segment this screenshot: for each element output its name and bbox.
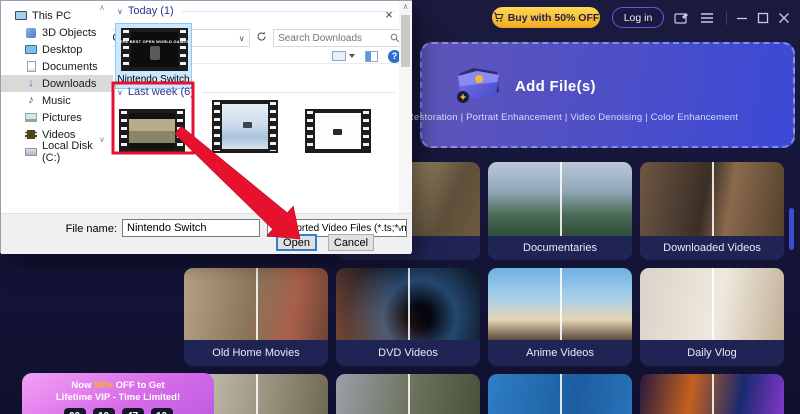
- category-card-daily-vlog[interactable]: Daily Vlog: [640, 268, 784, 366]
- refresh-icon[interactable]: [254, 29, 269, 47]
- video-thumbnail[interactable]: [119, 109, 185, 153]
- feedback-icon[interactable]: [672, 10, 690, 26]
- search-input[interactable]: [278, 33, 390, 44]
- pictures-icon: [25, 112, 37, 124]
- countdown-hours: 10: [93, 408, 115, 414]
- disk-icon: [25, 146, 37, 158]
- documents-icon: [25, 64, 37, 73]
- group-divider: [202, 92, 395, 93]
- card-image: [640, 268, 784, 340]
- sidebar-item-pictures[interactable]: Pictures: [1, 109, 113, 126]
- views-icon: [332, 51, 346, 61]
- open-file-dialog: ▶ VidHex × ← → ↑ ↓ › This PC › Downloads…: [0, 0, 412, 253]
- card-label: Documentaries: [488, 236, 632, 260]
- file-name-input[interactable]: [122, 219, 260, 237]
- login-button[interactable]: Log in: [612, 7, 664, 28]
- open-button[interactable]: Open: [276, 234, 317, 251]
- preview-pane-icon[interactable]: [365, 51, 378, 62]
- add-files-folder-icon: [453, 62, 505, 106]
- promo-banner[interactable]: Now 50% OFF to Get Lifetime VIP - Time L…: [22, 373, 214, 414]
- sidebar-item-downloads[interactable]: ↓ Downloads: [1, 75, 113, 92]
- card-label: Daily Vlog: [640, 340, 784, 366]
- file-list-scrollbar[interactable]: ∧ ∨: [399, 64, 411, 213]
- video-thumbnail[interactable]: [212, 100, 278, 153]
- card-label: Anime Videos: [488, 340, 632, 366]
- add-files-subtitle: Video Restoration | Portrait Enhancement…: [379, 112, 738, 123]
- category-card-anime-videos[interactable]: Anime Videos: [488, 268, 632, 366]
- file-name-label: Nintendo Switch: [116, 74, 191, 85]
- sidebar-scroll-down[interactable]: ∨: [99, 135, 105, 144]
- caret-down-icon: [349, 54, 355, 58]
- card-label: DVD Videos: [336, 340, 480, 366]
- music-icon: ♪: [25, 95, 37, 107]
- app-scrollbar-thumb[interactable]: [789, 208, 794, 250]
- sidebar-item-music[interactable]: ♪ Music: [1, 92, 113, 109]
- buy-discount-button[interactable]: Buy with 50% OFF: [492, 7, 600, 28]
- video-thumbnail: THE BEST OPEN WORLD GAMES: [121, 64, 188, 71]
- dialog-footer: File name: Supported Video Files (*.ts;*…: [1, 213, 411, 254]
- thumbnail-figure: [243, 122, 252, 128]
- titlebar-divider: [726, 11, 727, 25]
- card-image: [640, 162, 784, 236]
- change-view-button[interactable]: [332, 51, 355, 61]
- collapse-icon: ∨: [117, 88, 123, 97]
- videos-icon: [25, 129, 37, 141]
- countdown-days: 00: [64, 408, 86, 414]
- card-image: [336, 268, 480, 340]
- thumbnail-logo: [333, 129, 342, 135]
- video-thumbnail[interactable]: [305, 109, 371, 153]
- navigation-pane: ∧ This PC 3D Objects Desktop Documents: [1, 64, 113, 213]
- card-image: [488, 374, 632, 414]
- cancel-button[interactable]: Cancel: [328, 234, 374, 251]
- minimize-button[interactable]: [734, 11, 750, 25]
- card-image: [184, 268, 328, 340]
- countdown-timer: 00 10 47 10: [22, 408, 214, 414]
- sidebar-item-documents[interactable]: Documents: [1, 64, 113, 75]
- category-card-documentaries[interactable]: Documentaries: [488, 162, 632, 260]
- close-window-button[interactable]: [776, 11, 792, 25]
- group-header-last-week[interactable]: ∨ Last week (6): [117, 86, 395, 98]
- downloads-icon: ↓: [25, 78, 37, 90]
- menu-icon[interactable]: [699, 11, 715, 25]
- promo-text-line1: Now 50% OFF to Get: [22, 380, 214, 392]
- login-button-label: Log in: [624, 12, 653, 24]
- card-label: Downloaded Videos: [640, 236, 784, 260]
- file-list-area: ∧ This PC 3D Objects Desktop Documents: [1, 64, 411, 213]
- search-box[interactable]: [273, 29, 405, 47]
- card-image: [336, 374, 480, 414]
- buy-button-label: Buy with 50% OFF: [508, 12, 600, 24]
- category-card[interactable]: [488, 374, 632, 414]
- category-card[interactable]: [640, 374, 784, 414]
- cart-icon: [493, 12, 504, 23]
- maximize-button[interactable]: [755, 11, 771, 25]
- category-card-downloaded-videos[interactable]: Downloaded Videos: [640, 162, 784, 260]
- category-card[interactable]: [336, 374, 480, 414]
- card-label: Old Home Movies: [184, 340, 328, 366]
- category-card-dvd-videos[interactable]: DVD Videos: [336, 268, 480, 366]
- add-files-title: Add File(s): [515, 78, 596, 95]
- screen: Buy with 50% OFF Log in Add File(s): [0, 0, 800, 414]
- sidebar-item-local-disk[interactable]: Local Disk (C:): [1, 143, 113, 160]
- countdown-seconds: 10: [151, 408, 173, 414]
- promo-text-line2: Lifetime VIP - Time Limited!: [22, 392, 214, 404]
- category-card-old-home-movies[interactable]: Old Home Movies: [184, 268, 328, 366]
- card-image: [488, 268, 632, 340]
- caret-down-icon: ∨: [397, 224, 403, 233]
- file-name-field-label: File name:: [41, 223, 117, 235]
- card-image: [640, 374, 784, 414]
- countdown-minutes: 47: [122, 408, 144, 414]
- scrollbar-thumb[interactable]: [401, 64, 410, 67]
- card-image: [488, 162, 632, 236]
- promo-discount: 50%: [94, 380, 113, 391]
- breadcrumb-dropdown-icon[interactable]: ∨: [239, 34, 245, 43]
